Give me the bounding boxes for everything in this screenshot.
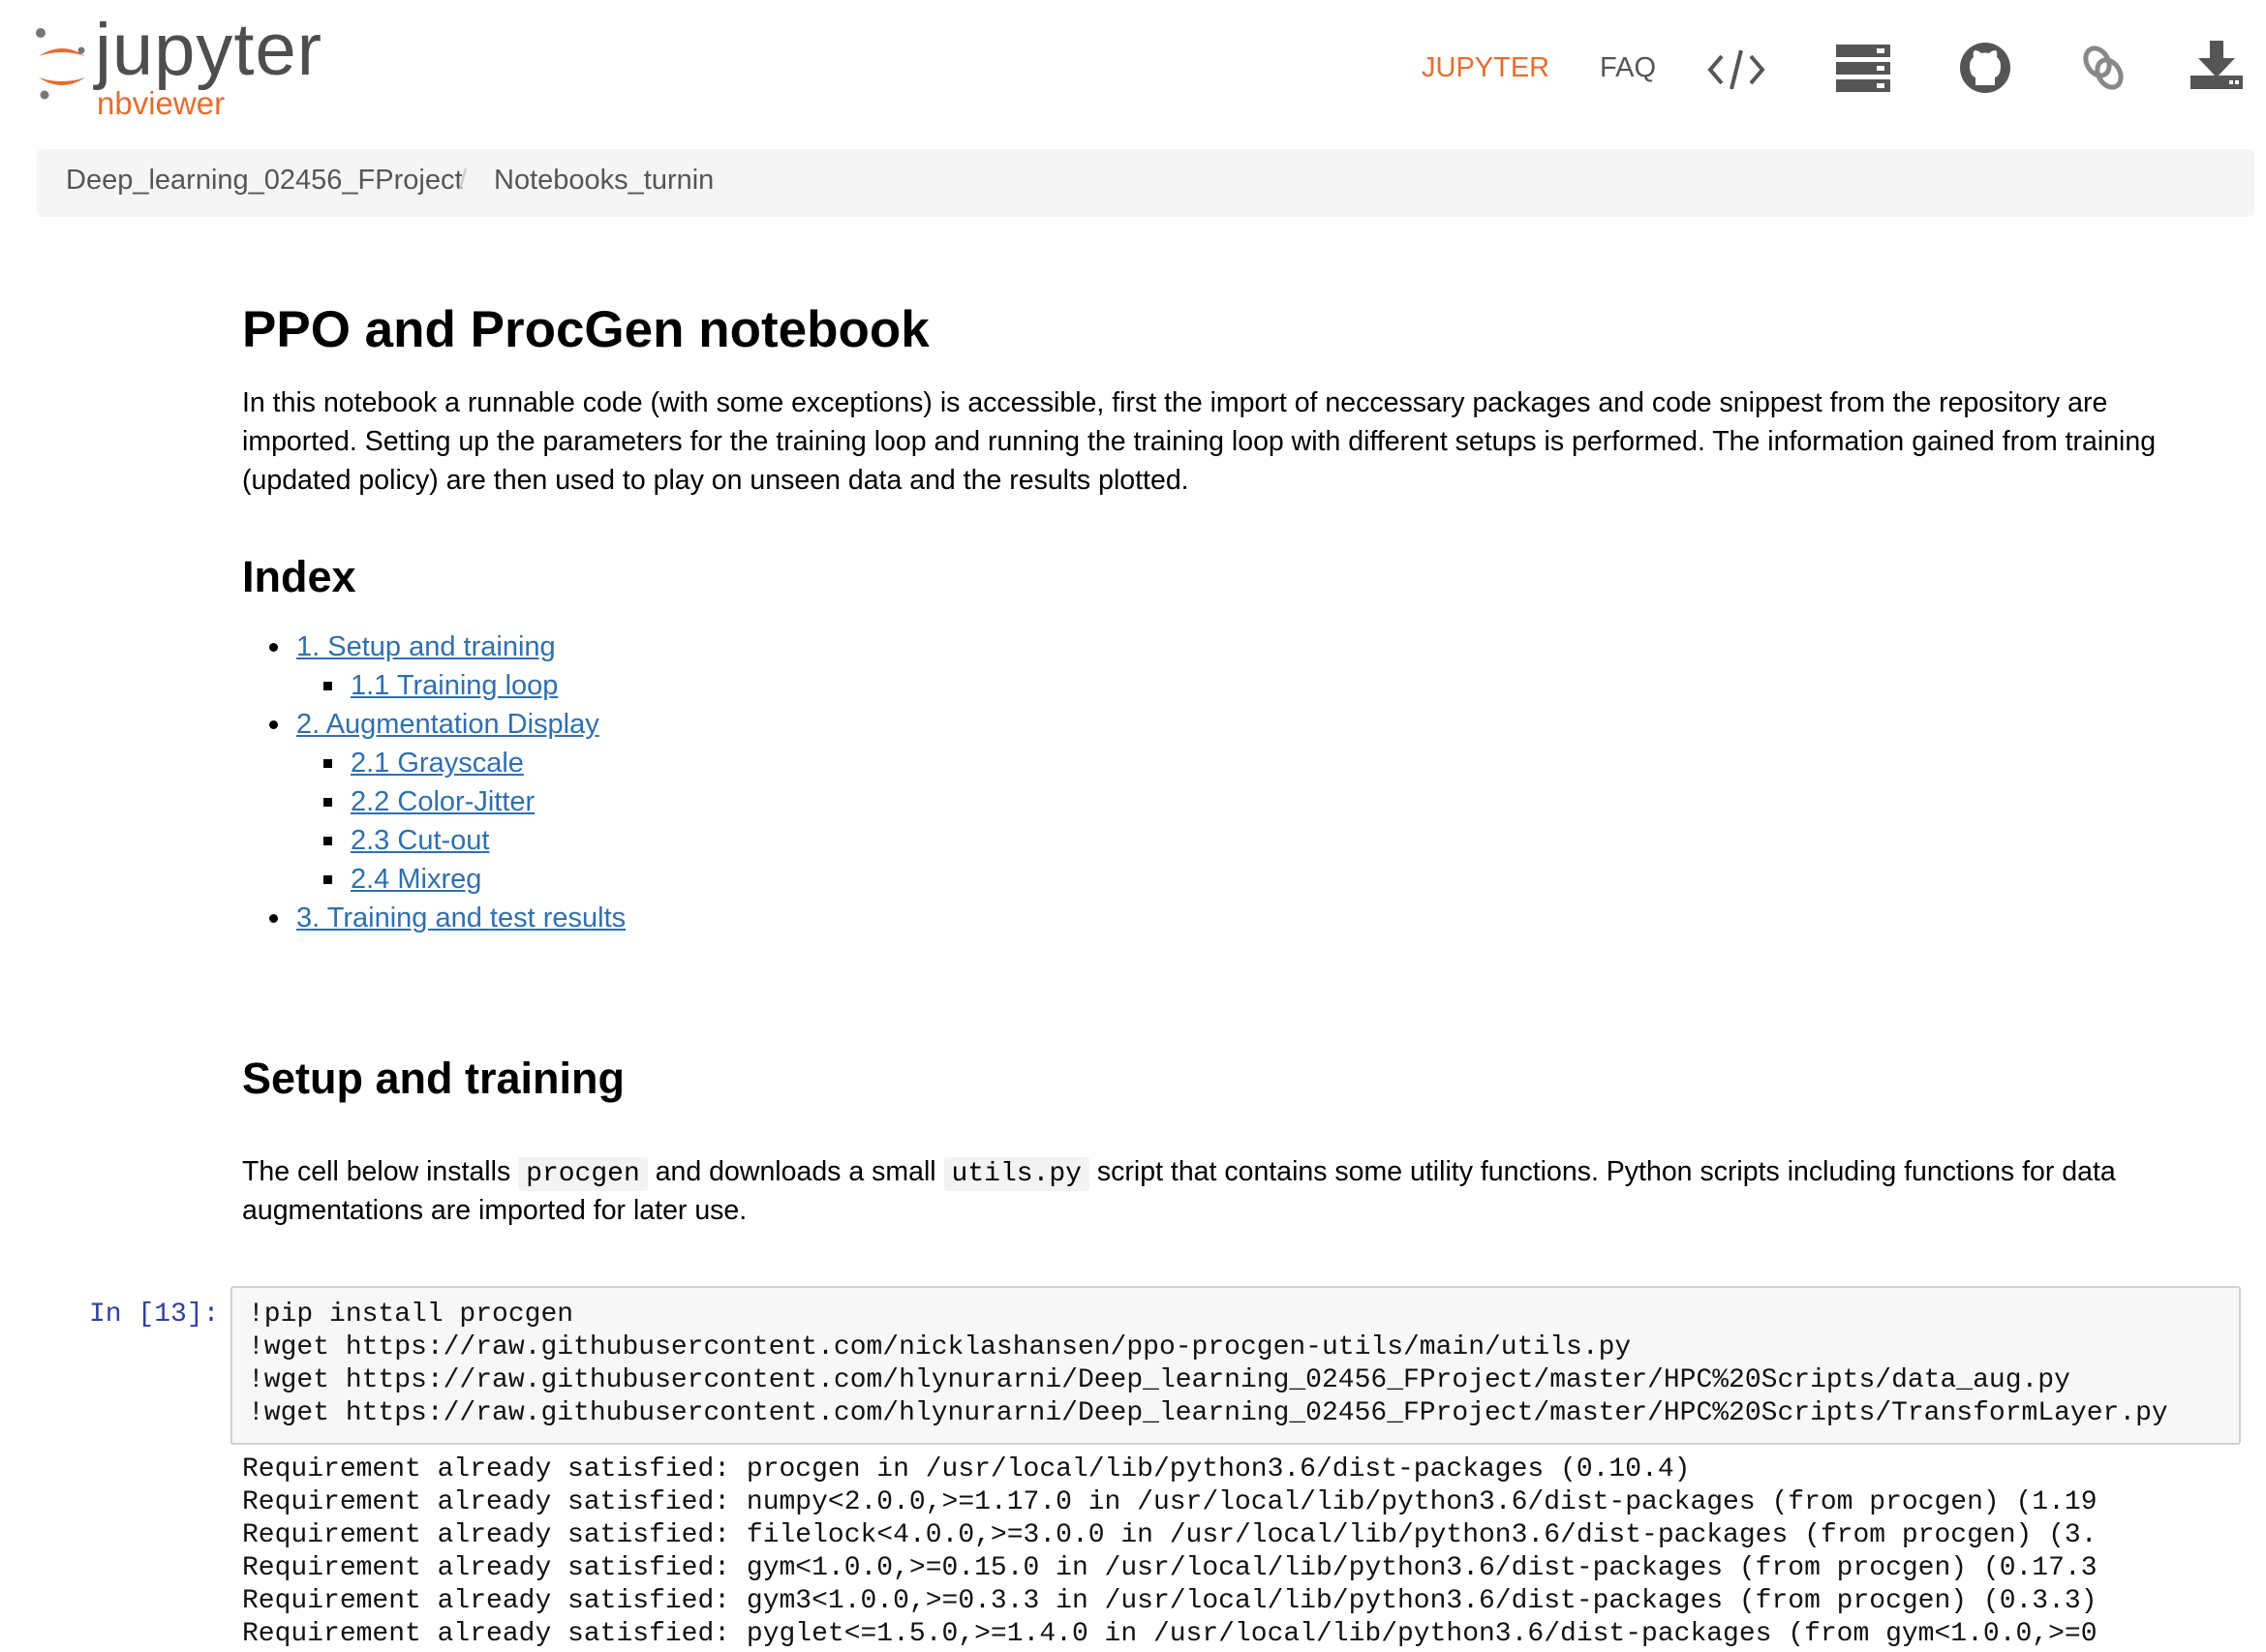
bullet xyxy=(323,682,332,690)
link-icon[interactable] xyxy=(2082,43,2125,93)
nav-jupyter-link[interactable]: JUPYTER xyxy=(1422,52,1549,84)
code-line: !wget https://raw.githubusercontent.com/… xyxy=(248,1332,1632,1362)
toc-link-mixreg[interactable]: 2.4 Mixreg xyxy=(351,864,481,895)
breadcrumb-folder-link[interactable]: Notebooks_turnin xyxy=(494,165,714,197)
toc-item: 2.4 Mixreg xyxy=(323,860,481,899)
inline-code-procgen: procgen xyxy=(518,1157,648,1191)
nav-faq-link[interactable]: FAQ xyxy=(1600,52,1656,84)
toc-link-results[interactable]: 3. Training and test results xyxy=(296,902,626,933)
toc-link-training-loop[interactable]: 1.1 Training loop xyxy=(351,670,558,701)
bullet xyxy=(269,914,278,923)
setup-text-a: The cell below installs xyxy=(242,1156,511,1187)
notebook-title: PPO and ProcGen notebook xyxy=(242,301,930,358)
toc-item: 2.2 Color-Jitter xyxy=(323,782,535,821)
code-line: !wget https://raw.githubusercontent.com/… xyxy=(248,1365,2070,1395)
toc-item: 1.1 Training loop xyxy=(323,666,558,705)
bullet xyxy=(269,643,278,652)
index-heading: Index xyxy=(242,552,356,601)
output-line: Requirement already satisfied: pyglet<=1… xyxy=(242,1619,2098,1649)
output-line: Requirement already satisfied: filelock<… xyxy=(242,1520,2098,1550)
code-icon[interactable] xyxy=(1706,43,1766,97)
bullet xyxy=(323,759,332,768)
code-line: !wget https://raw.githubusercontent.com/… xyxy=(248,1398,2168,1428)
navbar: jupyter nbviewer JUPYTER FAQ xyxy=(0,0,2266,145)
bullet xyxy=(269,720,278,729)
breadcrumb-repo-link[interactable]: Deep_learning_02456_FProject xyxy=(66,165,463,197)
github-icon[interactable] xyxy=(1958,41,2012,95)
toc-link-color-jitter[interactable]: 2.2 Color-Jitter xyxy=(351,786,535,817)
setup-text-line-2: augmentations are imported for later use… xyxy=(242,1195,748,1226)
toc-item: 2.1 Grayscale xyxy=(323,744,524,782)
setup-text-b: and downloads a small xyxy=(655,1156,936,1187)
bullet xyxy=(323,798,332,807)
code-input[interactable]: !pip install procgen !wget https://raw.g… xyxy=(230,1286,2241,1445)
setup-text-line-1: The cell below installs procgen and down… xyxy=(242,1152,2189,1194)
output-line: Requirement already satisfied: gym<1.0.0… xyxy=(242,1553,2098,1583)
code-line: !pip install procgen xyxy=(248,1300,574,1330)
breadcrumb-separator: / xyxy=(459,165,468,196)
intro-line-3: (updated policy) are then used to play o… xyxy=(242,465,1189,496)
toc-item: 2.3 Cut-out xyxy=(323,821,489,860)
intro-line-2: imported. Setting up the parameters for … xyxy=(242,426,2157,457)
toc-item: 1. Setup and training xyxy=(269,627,556,666)
nav-links: JUPYTER FAQ xyxy=(0,35,2266,101)
toc-item: 3. Training and test results xyxy=(269,899,626,937)
setup-heading: Setup and training xyxy=(242,1054,626,1103)
bullet xyxy=(323,837,332,845)
toc-link-setup-training[interactable]: 1. Setup and training xyxy=(296,631,556,662)
server-icon[interactable] xyxy=(1834,41,1892,95)
inline-code-utils: utils.py xyxy=(943,1157,1089,1191)
bullet xyxy=(323,875,332,884)
download-icon[interactable] xyxy=(2189,39,2245,93)
toc-link-grayscale[interactable]: 2.1 Grayscale xyxy=(351,748,524,779)
toc-link-cut-out[interactable]: 2.3 Cut-out xyxy=(351,825,489,856)
toc-link-augmentation-display[interactable]: 2. Augmentation Display xyxy=(296,709,599,740)
output-line: Requirement already satisfied: procgen i… xyxy=(242,1454,1691,1484)
setup-text-c: script that contains some utility functi… xyxy=(1096,1156,2116,1187)
breadcrumb: Deep_learning_02456_FProject / Notebooks… xyxy=(37,149,2254,217)
output-line: Requirement already satisfied: gym3<1.0.… xyxy=(242,1586,2098,1616)
intro-line-1: In this notebook a runnable code (with s… xyxy=(242,387,2108,418)
output-line: Requirement already satisfied: numpy<2.0… xyxy=(242,1487,2098,1517)
toc-item: 2. Augmentation Display xyxy=(269,705,599,744)
cell-prompt: In [13]: xyxy=(89,1300,220,1330)
